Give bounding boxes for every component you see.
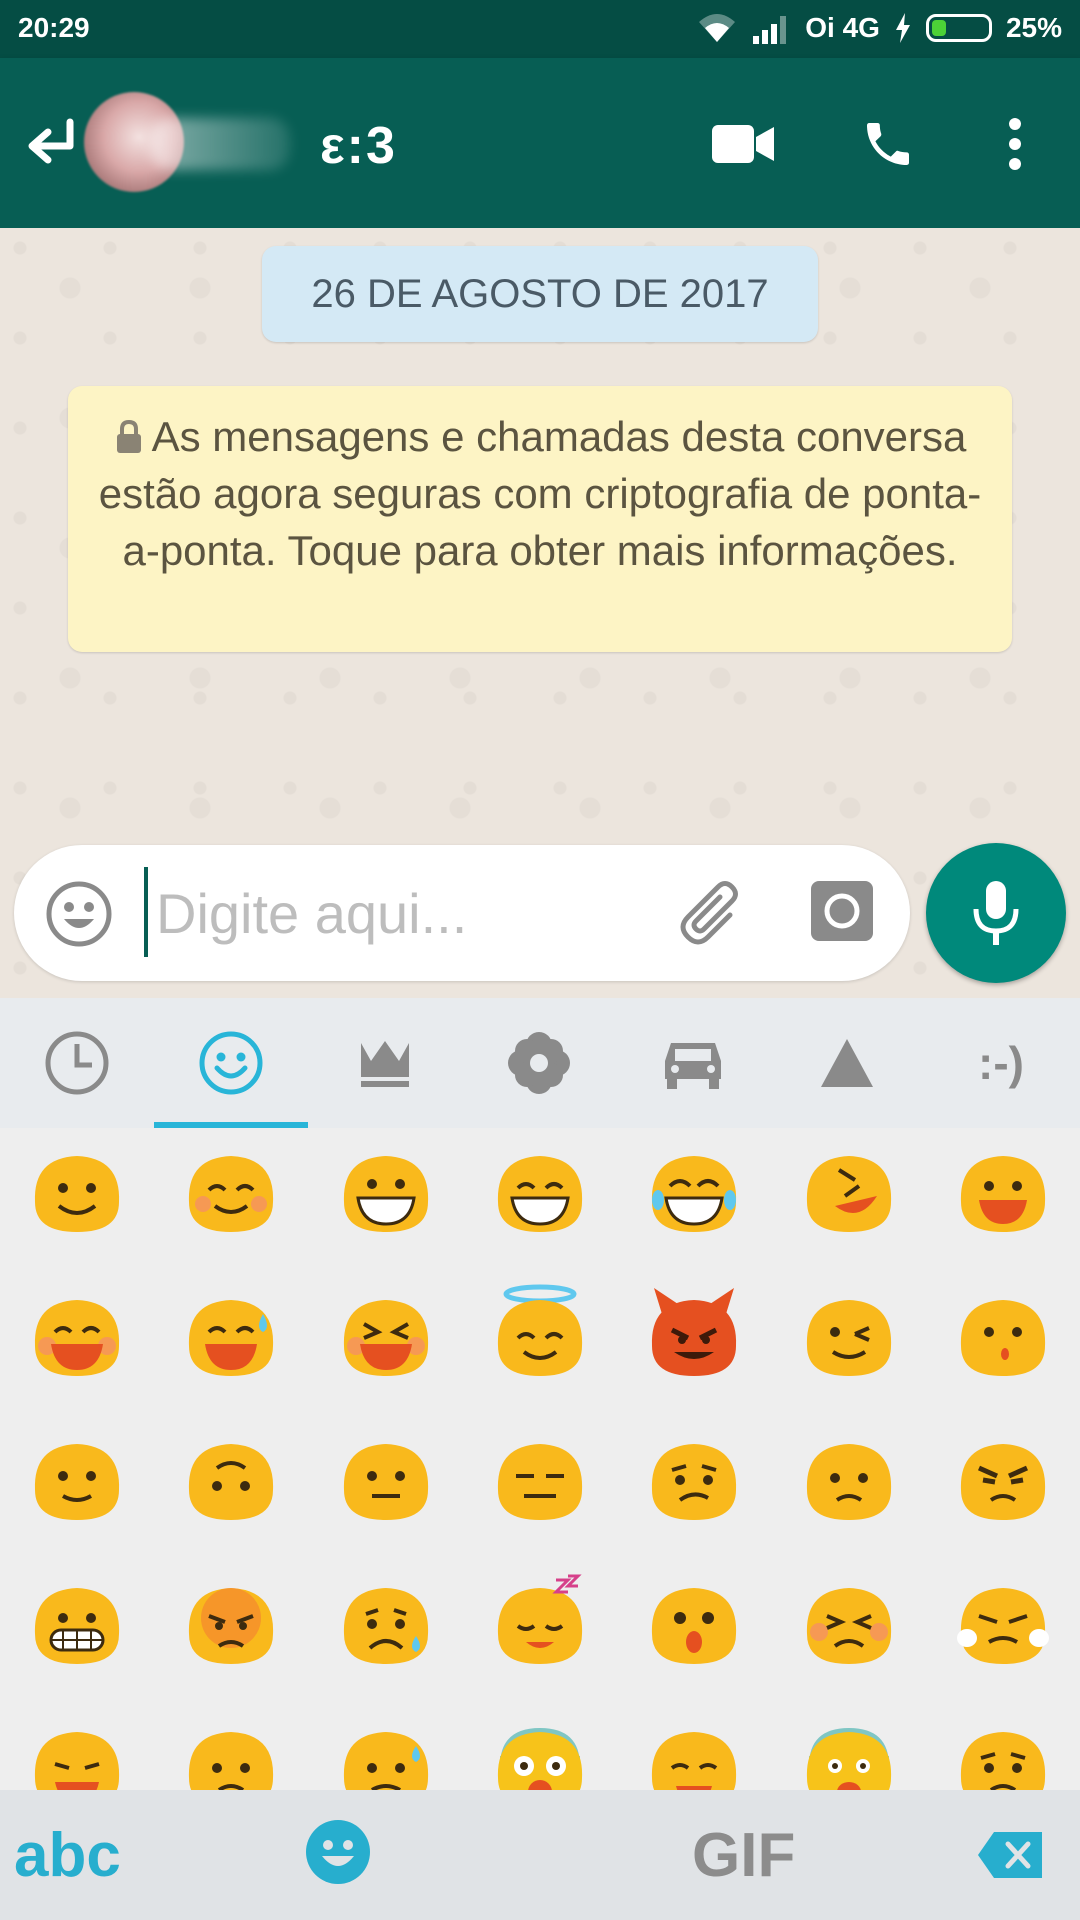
emoji-grimace[interactable] <box>27 1572 127 1672</box>
emoji-expressionless[interactable] <box>490 1428 590 1528</box>
camera-icon[interactable] <box>809 879 875 943</box>
emoji-fear[interactable] <box>799 1716 899 1790</box>
tab-recent[interactable] <box>0 998 154 1128</box>
message-composer <box>14 845 910 981</box>
attach-icon[interactable] <box>674 875 750 951</box>
crown-icon <box>361 1041 409 1087</box>
abc-keyboard-button[interactable]: abc <box>14 1820 121 1891</box>
backspace-icon[interactable] <box>976 1830 1046 1880</box>
emoji-sleep[interactable] <box>490 1572 590 1672</box>
battery-icon <box>925 14 992 42</box>
contact-name[interactable]: ε:3 <box>320 116 397 176</box>
status-right: Oi 4G 25% <box>697 10 1062 46</box>
date-chip: 26 DE AGOSTO DE 2017 <box>262 246 818 342</box>
emoji-category-tabs: :-) <box>0 998 1080 1128</box>
emoji-squint[interactable] <box>336 1284 436 1384</box>
emoji-halo[interactable] <box>490 1284 590 1384</box>
charging-icon <box>895 13 910 43</box>
carrier-label: Oi 4G <box>805 12 880 43</box>
wifi-icon <box>699 14 736 42</box>
flower-icon <box>508 1032 570 1094</box>
emoji-sweat[interactable] <box>181 1284 281 1384</box>
back-arrow-icon[interactable] <box>22 116 82 168</box>
encryption-notice-text: As mensagens e chamadas desta conversa e… <box>98 413 982 574</box>
more-vert-icon <box>1009 118 1021 170</box>
emoji-confused[interactable] <box>644 1428 744 1528</box>
lock-icon <box>116 419 141 453</box>
emoji-wink[interactable] <box>799 1284 899 1384</box>
emoji-frown[interactable] <box>336 1572 436 1672</box>
smiley-icon <box>199 1031 263 1095</box>
signal-icon <box>753 16 787 44</box>
video-call-button[interactable] <box>708 114 778 174</box>
emoji-surprised[interactable] <box>644 1572 744 1672</box>
emoji-angry[interactable] <box>953 1428 1053 1528</box>
emoji-neutral[interactable] <box>336 1428 436 1528</box>
triangle-icon <box>821 1039 873 1087</box>
microphone-icon <box>973 881 1019 945</box>
message-input[interactable] <box>154 867 638 959</box>
emoji-slight[interactable] <box>27 1428 127 1528</box>
tab-travel[interactable] <box>616 998 770 1128</box>
tab-smileys[interactable] <box>154 998 308 1128</box>
gif-button[interactable]: GIF <box>692 1820 795 1891</box>
video-call-icon <box>712 125 774 163</box>
tab-people[interactable] <box>308 998 462 1128</box>
status-bar: 20:29 Oi 4G 25% <box>0 0 1080 58</box>
tab-emoticons[interactable]: :-) <box>924 998 1078 1128</box>
status-time: 20:29 <box>18 12 90 43</box>
emoji-tired[interactable] <box>644 1716 744 1790</box>
voice-record-button[interactable] <box>926 843 1066 983</box>
emoji-sad[interactable] <box>799 1428 899 1528</box>
emoji-sweat2[interactable] <box>336 1716 436 1790</box>
car-icon <box>665 1043 721 1089</box>
tab-nature[interactable] <box>462 998 616 1128</box>
emoji-open[interactable] <box>953 1140 1053 1240</box>
emoji-weary[interactable] <box>27 1716 127 1790</box>
emoji-scream[interactable] <box>490 1716 590 1790</box>
emoji-mode-icon[interactable] <box>304 1818 372 1886</box>
emoji-persevere[interactable] <box>953 1572 1053 1672</box>
voice-call-button[interactable] <box>853 114 923 174</box>
emoji-toggle-icon[interactable] <box>44 879 114 949</box>
chat-header: ε:3 <box>0 58 1080 228</box>
emoji-devil[interactable] <box>644 1284 744 1384</box>
emoji-rofl[interactable] <box>799 1140 899 1240</box>
emoticon-tab-label: :-) <box>978 1037 1024 1089</box>
encryption-notice[interactable]: As mensagens e chamadas desta conversa e… <box>68 386 1012 652</box>
emoji-upside[interactable] <box>181 1428 281 1528</box>
emoji-pout[interactable] <box>181 1572 281 1672</box>
keyboard-bottom-bar: abc GIF <box>0 1790 1080 1920</box>
clock-icon <box>45 1031 109 1095</box>
emoji-worried[interactable] <box>953 1716 1053 1790</box>
emoji-grin2[interactable] <box>490 1140 590 1240</box>
emoji-joy[interactable] <box>644 1140 744 1240</box>
emoji-squint2[interactable] <box>799 1572 899 1672</box>
emoji-smile[interactable] <box>27 1140 127 1240</box>
battery-percent: 25% <box>1005 12 1062 43</box>
emoji-sad2[interactable] <box>181 1716 281 1790</box>
emoji-grid <box>0 1128 1080 1790</box>
contact-name-blurred <box>150 118 290 170</box>
emoji-laugh[interactable] <box>27 1284 127 1384</box>
text-caret <box>144 867 148 957</box>
emoji-grin[interactable] <box>336 1140 436 1240</box>
phone-call-icon <box>867 123 909 165</box>
tab-symbols[interactable] <box>770 998 924 1128</box>
more-options-button[interactable] <box>1000 114 1030 174</box>
emoji-kiss[interactable] <box>953 1284 1053 1384</box>
emoji-blush[interactable] <box>181 1140 281 1240</box>
